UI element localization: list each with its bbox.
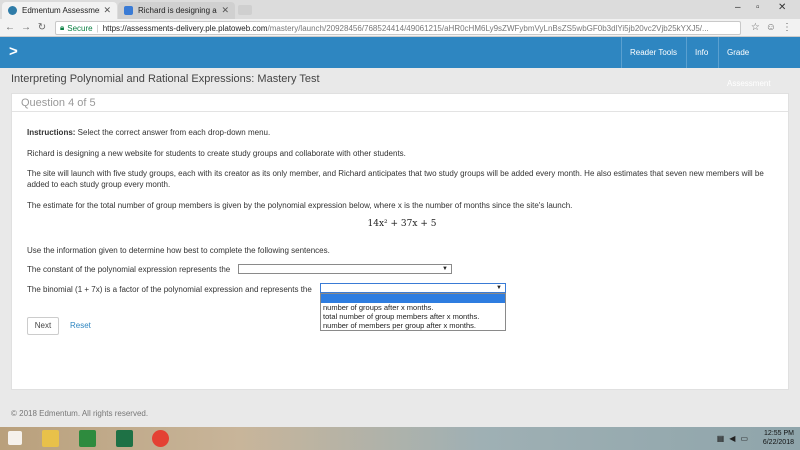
chrome-icon[interactable] [152, 430, 169, 447]
binomial-select[interactable]: ▼ [320, 283, 506, 293]
separator: | [96, 23, 99, 33]
sheets-app-icon[interactable] [79, 430, 96, 447]
close-icon[interactable]: ✕ [103, 5, 111, 16]
edmentum-favicon-icon [8, 6, 17, 15]
page-title: Interpreting Polynomial and Rational Exp… [11, 73, 320, 85]
chevron-down-icon: ▼ [496, 285, 502, 291]
dropdown-option-blank[interactable] [321, 294, 505, 303]
dropdown-option[interactable]: number of groups after x months. [321, 303, 505, 312]
tab-label: Richard is designing a ne [138, 6, 218, 15]
volume-icon[interactable]: ◀ [729, 434, 735, 443]
taskbar: ▦ ◀ ▭ 12:55 PM 6/22/2018 [0, 427, 800, 450]
binomial-dropdown-list: number of groups after x months. total n… [320, 293, 506, 331]
instructions: Instructions: Select the correct answer … [27, 127, 777, 138]
keyboard-icon[interactable]: ▭ [740, 434, 748, 443]
paragraph-details: The site will launch with five study gro… [27, 169, 764, 189]
url-host: https://assessments-delivery.ple.platowe… [102, 23, 268, 33]
dropdown-option[interactable]: total number of group members after x mo… [321, 312, 505, 321]
address-bar: ← → ↻ 🔒︎ Secure | https://assessments-de… [0, 19, 800, 37]
clock-date: 6/22/2018 [762, 439, 794, 446]
minimize-icon[interactable]: – [735, 2, 741, 13]
excel-icon[interactable] [116, 430, 133, 447]
question-heading: Question 4 of 5 [12, 94, 788, 112]
info-button[interactable]: Info [686, 37, 716, 68]
menu-icon[interactable]: ⋮ [782, 22, 792, 33]
copyright-footer: © 2018 Edmentum. All rights reserved. [11, 409, 149, 418]
clock-time: 12:55 PM [764, 430, 794, 437]
browser-tab-edmentum[interactable]: Edmentum Assessments ✕ [2, 2, 117, 19]
polynomial-expression: 14x² + 37x + 5 [367, 219, 437, 229]
site-favicon-icon [124, 6, 133, 15]
network-icon[interactable]: ▦ [717, 434, 725, 443]
question-card: Question 4 of 5 Instructions: Select the… [11, 93, 789, 390]
new-tab-button[interactable] [238, 5, 252, 15]
paragraph-intro: Richard is designing a new website for s… [27, 149, 406, 158]
browser-tab-strip: Edmentum Assessments ✕ Richard is design… [0, 0, 800, 19]
browser-tab-question[interactable]: Richard is designing a ne ✕ [118, 2, 235, 19]
bookmark-star-icon[interactable]: ☆ [751, 22, 760, 33]
app-header: > Reader Tools Info Grade Assessment [0, 37, 800, 88]
file-explorer-icon[interactable] [42, 430, 59, 447]
url-input[interactable]: 🔒︎ Secure | https://assessments-delivery… [55, 21, 741, 35]
forward-icon[interactable]: → [18, 22, 34, 33]
paragraph-expression-intro: The estimate for the total number of gro… [27, 201, 573, 210]
close-icon[interactable]: ✕ [221, 5, 229, 16]
instructions-text: Select the correct answer from each drop… [75, 128, 271, 137]
reload-icon[interactable]: ↻ [34, 22, 50, 33]
reset-link[interactable]: Reset [70, 321, 91, 330]
back-icon[interactable]: ← [2, 22, 18, 33]
url-path: /mastery/launch/20928456/768524414/49061… [267, 23, 709, 33]
tab-label: Edmentum Assessments [22, 6, 100, 15]
lock-icon: 🔒︎ [60, 23, 65, 32]
next-button[interactable]: Next [27, 317, 59, 335]
reader-tools-button[interactable]: Reader Tools [621, 37, 685, 68]
constant-select[interactable]: ▼ [238, 264, 452, 274]
window-close-icon[interactable]: ✕ [778, 2, 786, 13]
grade-assessment-button[interactable]: Grade Assessment [718, 37, 800, 88]
windows-start-icon[interactable] [8, 431, 22, 445]
dropdown-option[interactable]: number of members per group after x mont… [321, 321, 505, 330]
expand-chevron-icon[interactable]: > [9, 43, 18, 60]
chevron-down-icon: ▼ [442, 266, 448, 272]
instructions-label: Instructions: [27, 128, 76, 137]
extension-icon[interactable]: ☺ [766, 22, 776, 33]
clock[interactable]: 12:55 PM 6/22/2018 [763, 429, 794, 447]
secure-label: Secure [67, 23, 93, 33]
paragraph-task: Use the information given to determine h… [27, 246, 330, 255]
maximize-icon[interactable]: ▫ [756, 2, 760, 13]
